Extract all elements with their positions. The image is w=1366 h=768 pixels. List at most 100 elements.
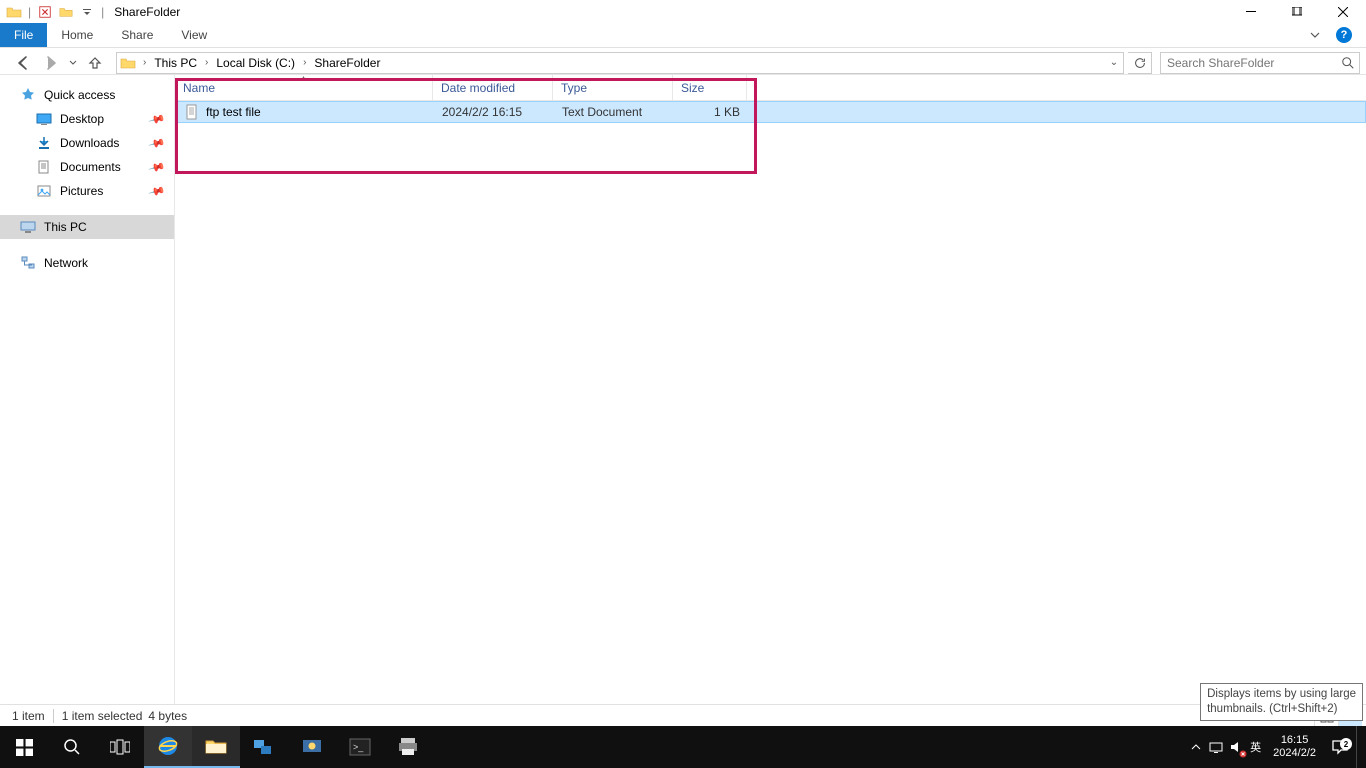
nav-downloads[interactable]: Downloads 📌 — [0, 131, 174, 155]
address-dropdown-icon[interactable]: ⌄ — [1105, 57, 1123, 68]
maximize-button[interactable] — [1274, 0, 1320, 23]
task-app1-button[interactable] — [240, 726, 288, 768]
status-selected: 1 item selected — [62, 709, 143, 723]
nav-documents[interactable]: Documents 📌 — [0, 155, 174, 179]
folder-small-icon[interactable] — [57, 3, 75, 21]
view-tab[interactable]: View — [167, 23, 221, 47]
search-input[interactable] — [1161, 56, 1359, 70]
separator — [53, 709, 54, 723]
text-file-icon — [184, 104, 200, 120]
column-headers: Name ˄ Date modified Type Size — [175, 75, 1366, 101]
tray-up-icon[interactable] — [1186, 726, 1206, 768]
pin-icon: 📌 — [148, 182, 166, 200]
explorer-button[interactable] — [192, 726, 240, 768]
column-label: Size — [681, 81, 704, 95]
tooltip: Displays items by using large thumbnails… — [1200, 683, 1363, 721]
task-view-button[interactable] — [96, 726, 144, 768]
qat-dropdown-icon[interactable] — [78, 3, 96, 21]
task-printer-button[interactable] — [384, 726, 432, 768]
breadcrumb-sharefolder[interactable]: ShareFolder — [310, 56, 384, 70]
recent-dropdown-icon[interactable] — [66, 52, 80, 74]
this-pc-label: This PC — [44, 220, 87, 234]
status-item-count: 1 item — [12, 709, 45, 723]
status-bytes: 4 bytes — [148, 709, 187, 723]
volume-tray-icon[interactable] — [1226, 726, 1246, 768]
taskbar: >_ 英 16:15 2024/2/2 2 — [0, 726, 1366, 768]
search-icon[interactable] — [1341, 56, 1355, 75]
back-button[interactable] — [10, 52, 36, 74]
task-cmd-button[interactable]: >_ — [336, 726, 384, 768]
nav-this-pc[interactable]: This PC — [0, 215, 174, 239]
refresh-button[interactable] — [1128, 52, 1152, 74]
downloads-icon — [36, 135, 52, 151]
column-label: Name — [183, 81, 215, 95]
breadcrumb-this-pc[interactable]: This PC — [150, 56, 201, 70]
tooltip-line1: Displays items by using large — [1207, 687, 1356, 702]
notification-badge: 2 — [1340, 738, 1352, 750]
file-name: ftp test file — [206, 105, 261, 119]
nav-network[interactable]: Network — [0, 251, 174, 275]
tooltip-line2: thumbnails. (Ctrl+Shift+2) — [1207, 702, 1356, 717]
up-button[interactable] — [82, 52, 108, 74]
file-list: Name ˄ Date modified Type Size ftp test … — [175, 75, 1366, 704]
properties-icon[interactable] — [36, 3, 54, 21]
status-bar: 1 item 1 item selected 4 bytes — [0, 704, 1366, 726]
pin-icon: 📌 — [148, 158, 166, 176]
address-bar[interactable]: › This PC › Local Disk (C:) › ShareFolde… — [116, 52, 1124, 74]
action-center-button[interactable]: 2 — [1324, 738, 1356, 756]
chevron-right-icon[interactable]: › — [139, 57, 150, 68]
chevron-right-icon[interactable]: › — [201, 57, 212, 68]
start-button[interactable] — [0, 726, 48, 768]
column-label: Date modified — [441, 81, 515, 95]
folder-icon — [117, 55, 139, 71]
navigation-pane: Quick access Desktop 📌 Downloads 📌 Docum… — [0, 75, 175, 704]
clock-date: 2024/2/2 — [1273, 747, 1316, 760]
show-desktop-button[interactable] — [1356, 726, 1362, 768]
clock[interactable]: 16:15 2024/2/2 — [1265, 734, 1324, 760]
separator: | — [99, 5, 106, 19]
network-icon — [20, 255, 36, 271]
ribbon: File Home Share View ? — [0, 23, 1366, 48]
pictures-icon — [36, 183, 52, 199]
window-title: ShareFolder — [106, 5, 180, 19]
quick-access-toolbar: | | — [0, 3, 106, 21]
desktop-icon — [36, 111, 52, 127]
title-bar: | | ShareFolder — [0, 0, 1366, 23]
ie-button[interactable] — [144, 726, 192, 768]
column-date[interactable]: Date modified — [433, 75, 553, 100]
file-date: 2024/2/2 16:15 — [434, 105, 554, 119]
svg-text:>_: >_ — [353, 742, 364, 752]
column-label: Type — [561, 81, 587, 95]
column-type[interactable]: Type — [553, 75, 673, 100]
nav-item-label: Desktop — [60, 112, 104, 126]
file-type: Text Document — [554, 105, 674, 119]
ribbon-expand-icon[interactable] — [1305, 25, 1325, 45]
search-box[interactable] — [1160, 52, 1360, 74]
system-tray: 英 16:15 2024/2/2 2 — [1186, 726, 1366, 768]
chevron-right-icon[interactable]: › — [299, 57, 310, 68]
column-name[interactable]: Name ˄ — [175, 75, 433, 100]
share-tab[interactable]: Share — [107, 23, 167, 47]
nav-item-label: Pictures — [60, 184, 103, 198]
minimize-button[interactable] — [1228, 0, 1274, 23]
task-app2-button[interactable] — [288, 726, 336, 768]
nav-desktop[interactable]: Desktop 📌 — [0, 107, 174, 131]
network-tray-icon[interactable] — [1206, 726, 1226, 768]
window-controls — [1228, 0, 1366, 23]
nav-pictures[interactable]: Pictures 📌 — [0, 179, 174, 203]
file-tab[interactable]: File — [0, 23, 47, 47]
clock-time: 16:15 — [1273, 734, 1316, 747]
nav-item-label: Documents — [60, 160, 121, 174]
separator: | — [26, 5, 33, 19]
forward-button[interactable] — [38, 52, 64, 74]
column-size[interactable]: Size — [673, 75, 747, 100]
help-button[interactable]: ? — [1331, 22, 1357, 48]
home-tab[interactable]: Home — [47, 23, 107, 47]
quick-access[interactable]: Quick access — [0, 83, 174, 107]
file-row[interactable]: ftp test file 2024/2/2 16:15 Text Docume… — [175, 101, 1366, 123]
search-button[interactable] — [48, 726, 96, 768]
star-icon — [20, 87, 36, 103]
ime-indicator[interactable]: 英 — [1246, 739, 1265, 755]
close-button[interactable] — [1320, 0, 1366, 23]
breadcrumb-local-disk[interactable]: Local Disk (C:) — [212, 56, 299, 70]
